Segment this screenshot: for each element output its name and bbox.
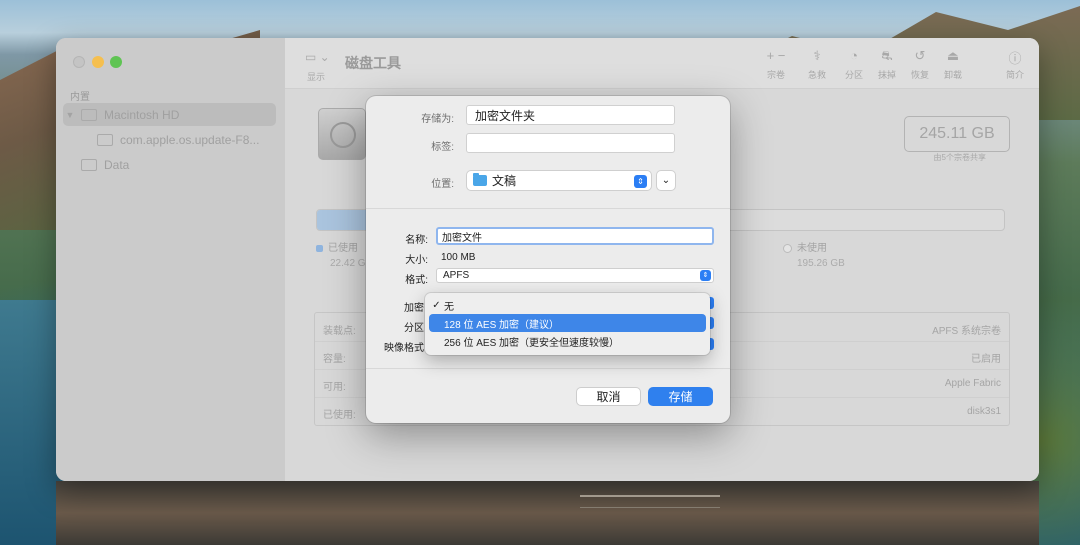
info-key: 可用: [323,382,346,393]
sidebar-item-snapshot[interactable]: com.apple.os.update-F8... [63,128,276,151]
toolbar-label: 卸载 [943,70,962,80]
sidebar-item-label: Data [104,157,130,172]
size-label: 大小: [405,255,428,266]
format-popup[interactable]: APFS ⇕ [436,268,714,283]
capacity-shared-note: 由5个宗卷共享 [933,153,986,162]
info-key: 已使用: [323,410,356,421]
toolbar-label: 宗卷 [766,70,785,80]
legend-free: 未使用 [783,239,827,254]
menu-item-label: 无 [444,301,454,313]
wallpaper-bridge [580,495,720,508]
legend-free-value: 195.26 GB [797,258,845,269]
pie-icon: ◔ [850,48,858,63]
toolbar-label: 简介 [1005,70,1024,80]
save-as-label: 存储为: [421,114,454,125]
disk-icon [81,158,97,171]
encryption-menu: ✓ 无 128 位 AES 加密（建议） 256 位 AES 加密（更安全但速度… [425,293,710,355]
info-key: 容量: [323,354,346,365]
disk-icon [97,133,113,146]
folder-icon [473,173,487,186]
restore-icon: ↺ [914,48,926,63]
sidebar-section-internal: 内置 [70,92,90,103]
size-field[interactable]: 100 MB [441,252,475,263]
show-label: 显示 [307,72,326,82]
legend-used-label: 已使用 [328,243,358,254]
menu-item-none[interactable]: ✓ 无 [429,296,706,314]
toolbar: ▭ ⌄ 显示 磁盘工具 + − 宗卷 ⚕ 急救 ◔ 分区 ⛐ 抹掉 ↺ 恢复 ⏏… [285,38,1039,89]
sidebar-item-label: Macintosh HD [104,107,180,122]
window-title: 磁盘工具 [345,55,401,71]
toolbar-partition-button[interactable]: ◔ 分区 [837,48,871,81]
toolbar-label: 急救 [807,70,826,80]
sidebar-item-data[interactable]: Data [63,153,276,176]
toolbar-label: 分区 [844,70,863,80]
toolbar-label: 抹掉 [877,70,896,80]
save-as-field[interactable]: 加密文件夹 [466,105,675,125]
toolbar-unmount-button[interactable]: ⏏ 卸载 [936,48,970,81]
eject-icon: ⏏ [946,48,960,63]
sidebar: 内置 ▼ Macintosh HD com.apple.os.update-F8… [56,38,285,481]
info-value: Apple Fabric [944,378,1001,389]
popup-stepper-icon: ⇕ [634,175,647,188]
car-icon: ⛐ [881,48,893,63]
format-value: APFS [443,270,470,281]
disk-icon [81,108,97,121]
hard-drive-icon [318,108,366,160]
toolbar-erase-button[interactable]: ⛐ 抹掉 [870,48,904,81]
info-value: disk3s1 [967,406,1001,417]
capacity-display: 245.11 GB [904,116,1010,152]
wallpaper-coast [56,481,1039,545]
expand-dialog-button[interactable]: ⌄ [656,170,676,191]
plus-minus-icon: + − [766,48,786,63]
info-value: APFS 系统宗卷 [932,326,1001,337]
close-button[interactable] [73,56,85,68]
image-format-label: 映像格式 [384,343,424,354]
legend-free-label: 未使用 [797,243,827,254]
menu-item-aes256[interactable]: 256 位 AES 加密（更安全但速度较慢） [429,332,706,350]
sidebar-item-label: com.apple.os.update-F8... [120,132,260,147]
legend-used-value: 22.42 G [330,258,366,269]
dialog-divider [366,208,730,209]
popup-stepper-icon: ⇕ [700,270,711,281]
chevron-down-icon[interactable]: ▼ [63,110,77,120]
zoom-button[interactable] [110,56,122,68]
dialog-divider [366,368,730,369]
free-swatch [783,243,792,253]
location-value: 文稿 [492,174,517,188]
toolbar-restore-button[interactable]: ↺ 恢复 [903,48,937,81]
chevron-down-icon: ⌄ [661,175,671,186]
used-swatch [316,244,323,252]
name-input[interactable]: 加密文件 [436,227,714,245]
name-label: 名称: [405,235,428,246]
legend-used: 已使用 [316,239,358,254]
stethoscope-icon: ⚕ [813,48,821,63]
tags-field[interactable] [466,133,675,153]
checkmark-icon: ✓ [432,299,441,311]
sidebar-item-macintosh-hd[interactable]: ▼ Macintosh HD [63,103,276,126]
cancel-button[interactable]: 取消 [576,387,641,406]
toolbar-label: 恢复 [910,70,929,80]
sidebar-toggle-icon[interactable]: ▭ ⌄ [305,50,330,64]
minimize-button[interactable] [92,56,104,68]
toolbar-info-button[interactable]: ⓘ 简介 [998,48,1032,81]
encryption-label: 加密 [404,303,424,314]
menu-item-label: 128 位 AES 加密（建议） [444,319,560,331]
toolbar-first-aid-button[interactable]: ⚕ 急救 [800,48,834,81]
wallpaper-sea [0,300,60,545]
where-label: 位置: [431,179,454,190]
location-popup[interactable]: 文稿 ⇕ [466,170,652,191]
tags-label: 标签: [431,142,454,153]
info-icon: ⓘ [1008,51,1022,66]
info-key: 装载点: [323,326,356,337]
menu-item-label: 256 位 AES 加密（更安全但速度较慢） [444,337,620,349]
partition-label: 分区 [404,323,424,334]
save-button[interactable]: 存储 [648,387,713,406]
info-value: 已启用 [971,354,1001,365]
format-label: 格式: [405,275,428,286]
menu-item-aes128[interactable]: 128 位 AES 加密（建议） [429,314,706,332]
toolbar-volume-button[interactable]: + − 宗卷 [759,48,793,81]
